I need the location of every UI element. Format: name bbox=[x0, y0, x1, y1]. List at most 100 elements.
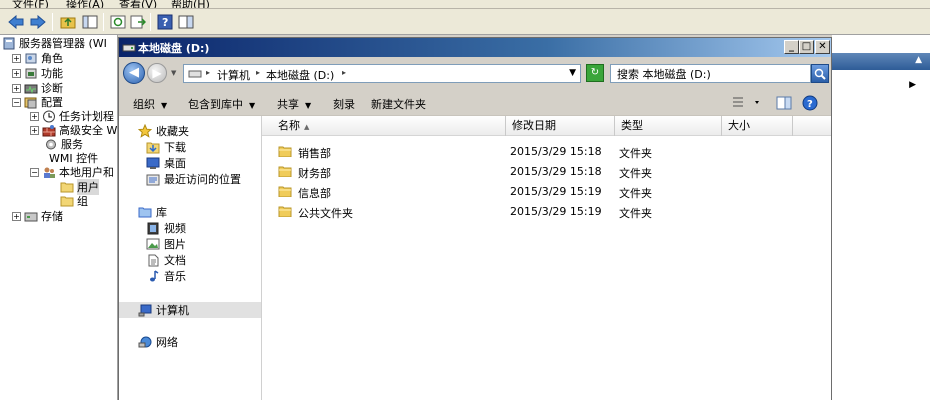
expand-icon[interactable]: + bbox=[30, 111, 39, 121]
search-icon[interactable] bbox=[811, 64, 829, 83]
refresh-button[interactable]: ↻ bbox=[586, 64, 604, 82]
minimize-button[interactable]: _ bbox=[784, 40, 799, 54]
submenu-arrow-icon[interactable]: ▶ bbox=[909, 80, 916, 90]
features-icon bbox=[24, 67, 38, 80]
breadcrumb-computer[interactable]: 计算机 bbox=[217, 67, 250, 83]
storage-icon bbox=[24, 210, 38, 223]
nav-favorites[interactable]: 收藏夹 bbox=[119, 123, 261, 139]
address-box[interactable]: ▸ 计算机 ▸ 本地磁盘 (D:) ▸ ▼ bbox=[183, 64, 581, 83]
table-row[interactable]: 信息部 2015/3/29 15:19 文件夹 bbox=[262, 182, 831, 202]
column-modified[interactable]: 修改日期 bbox=[506, 116, 615, 136]
collapse-icon[interactable]: − bbox=[30, 167, 39, 177]
file-modified: 2015/3/29 15:18 bbox=[510, 145, 602, 158]
forward-arrow-icon[interactable] bbox=[28, 12, 48, 32]
file-list: 名称 ▲ 修改日期 类型 大小 销售部 2015/3/29 15:18 文件夹 财… bbox=[262, 116, 831, 400]
organize-button[interactable]: 组织 ▼ bbox=[133, 96, 167, 112]
nav-desktop[interactable]: 桌面 bbox=[119, 155, 261, 171]
menu-file[interactable]: 文件(F) bbox=[12, 0, 49, 8]
up-folder-icon[interactable] bbox=[58, 12, 78, 32]
expand-icon[interactable]: + bbox=[12, 83, 21, 93]
search-input[interactable] bbox=[617, 66, 802, 81]
nav-computer[interactable]: 计算机 bbox=[119, 302, 261, 318]
nav-network[interactable]: 网络 bbox=[119, 334, 261, 350]
tree-item-local-users-groups[interactable]: − 本地用户和 bbox=[30, 165, 114, 179]
properties-pane-icon[interactable] bbox=[176, 12, 196, 32]
forward-button[interactable]: ▶ bbox=[147, 63, 167, 83]
share-button[interactable]: 共享 ▼ bbox=[277, 96, 311, 112]
collapse-icon[interactable]: − bbox=[12, 97, 21, 107]
column-header: 名称 ▲ 修改日期 类型 大小 bbox=[262, 116, 831, 136]
menu-view[interactable]: 查看(V) bbox=[119, 0, 157, 8]
expand-icon[interactable]: + bbox=[12, 68, 21, 78]
refresh-icon[interactable] bbox=[108, 12, 128, 32]
file-type: 文件夹 bbox=[619, 207, 652, 220]
back-arrow-icon[interactable] bbox=[6, 12, 26, 32]
column-type[interactable]: 类型 bbox=[615, 116, 722, 136]
menu-help[interactable]: 帮助(H) bbox=[171, 0, 210, 8]
tree-item-diagnostics[interactable]: + 诊断 bbox=[12, 81, 63, 95]
nav-libraries[interactable]: 库 bbox=[119, 204, 261, 220]
help-icon[interactable]: ? bbox=[155, 12, 175, 32]
folder-icon bbox=[278, 166, 292, 177]
desktop-icon bbox=[145, 156, 161, 170]
window-titlebar[interactable]: 本地磁盘 (D:) _ □ ✕ bbox=[119, 38, 831, 57]
tree-item-groups[interactable]: 组 bbox=[60, 194, 88, 208]
tree-item-roles[interactable]: + 角色 bbox=[12, 51, 63, 65]
export-list-icon[interactable] bbox=[128, 12, 148, 32]
nav-music[interactable]: 音乐 bbox=[119, 268, 261, 284]
server-manager-tree: 服务器管理器 (WI + 角色 + 功能 + 诊断 − 配置 + 任务计划程 +… bbox=[0, 35, 118, 400]
new-folder-button[interactable]: 新建文件夹 bbox=[371, 96, 426, 112]
menu-action[interactable]: 操作(A) bbox=[66, 0, 104, 8]
burn-button[interactable]: 刻录 bbox=[333, 96, 355, 112]
libraries-icon bbox=[137, 205, 153, 219]
tree-item-users[interactable]: 用户 bbox=[60, 179, 99, 195]
nav-recent-places[interactable]: 最近访问的位置 bbox=[119, 171, 261, 187]
preview-pane-icon[interactable] bbox=[776, 95, 792, 111]
table-row[interactable]: 公共文件夹 2015/3/29 15:19 文件夹 bbox=[262, 202, 831, 222]
help-icon[interactable]: ? bbox=[802, 95, 818, 111]
table-row[interactable]: 销售部 2015/3/29 15:18 文件夹 bbox=[262, 142, 831, 162]
firewall-icon bbox=[42, 124, 56, 137]
recent-places-icon bbox=[145, 172, 161, 186]
tree-item-server-manager[interactable]: 服务器管理器 (WI bbox=[2, 36, 107, 50]
show-hide-tree-icon[interactable] bbox=[80, 12, 100, 32]
address-dropdown-icon[interactable]: ▼ bbox=[569, 68, 576, 78]
actions-pane-header[interactable]: ▲ bbox=[832, 53, 930, 70]
tree-item-wmi-control[interactable]: WMI 控件 bbox=[44, 151, 98, 165]
file-modified: 2015/3/29 15:19 bbox=[510, 205, 602, 218]
back-button[interactable]: ◀ bbox=[123, 62, 145, 84]
breadcrumb-arrow-icon[interactable]: ▸ bbox=[256, 68, 260, 77]
tree-label: 存储 bbox=[41, 210, 63, 223]
expand-icon[interactable]: + bbox=[12, 53, 21, 63]
collapse-up-icon[interactable]: ▲ bbox=[915, 55, 922, 65]
breadcrumb-arrow-icon[interactable]: ▸ bbox=[206, 68, 210, 77]
computer-icon bbox=[137, 303, 153, 317]
nav-documents[interactable]: 文档 bbox=[119, 252, 261, 268]
close-button[interactable]: ✕ bbox=[815, 40, 830, 54]
maximize-button[interactable]: □ bbox=[799, 40, 814, 54]
folder-icon bbox=[278, 186, 292, 197]
tree-item-advanced-firewall[interactable]: + 高级安全 W bbox=[30, 123, 117, 137]
breadcrumb-arrow-icon[interactable]: ▸ bbox=[342, 68, 346, 77]
tree-item-configuration[interactable]: − 配置 bbox=[12, 95, 63, 109]
column-size[interactable]: 大小 bbox=[722, 116, 793, 136]
table-row[interactable]: 财务部 2015/3/29 15:18 文件夹 bbox=[262, 162, 831, 182]
expand-icon[interactable]: + bbox=[12, 211, 21, 221]
breadcrumb-drive[interactable]: 本地磁盘 (D:) bbox=[266, 67, 334, 83]
include-in-library-button[interactable]: 包含到库中 ▼ bbox=[188, 96, 255, 112]
nav-pictures[interactable]: 图片 bbox=[119, 236, 261, 252]
server-manager-menubar: 文件(F) 操作(A) 查看(V) 帮助(H) bbox=[0, 0, 930, 9]
search-field[interactable] bbox=[610, 64, 811, 83]
recent-pages-dropdown[interactable]: ▼ bbox=[171, 69, 176, 77]
nav-downloads[interactable]: 下载 bbox=[119, 139, 261, 155]
tree-item-features[interactable]: + 功能 bbox=[12, 66, 63, 80]
column-name[interactable]: 名称 ▲ bbox=[262, 116, 506, 136]
expand-icon[interactable]: + bbox=[30, 125, 39, 135]
nav-videos[interactable]: 视频 bbox=[119, 220, 261, 236]
tree-item-services[interactable]: 服务 bbox=[44, 137, 83, 151]
tree-item-storage[interactable]: + 存储 bbox=[12, 209, 63, 223]
wmi-icon bbox=[44, 152, 46, 165]
tree-item-task-scheduler[interactable]: + 任务计划程 bbox=[30, 109, 114, 123]
address-bar-area: ◀ ▶ ▼ ▸ 计算机 ▸ 本地磁盘 (D:) ▸ ▼ ↻ bbox=[119, 57, 831, 90]
view-options-icon[interactable] bbox=[731, 95, 761, 111]
